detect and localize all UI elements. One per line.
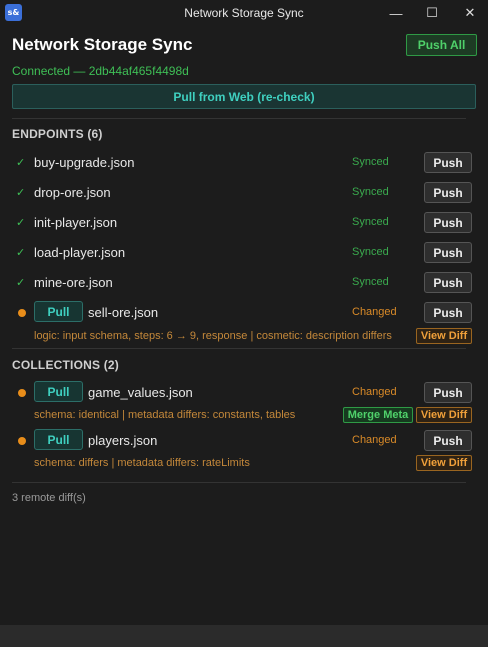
main-content: Network Storage Sync Push All Connected … [0, 26, 488, 625]
status-badge: Synced [352, 246, 389, 258]
check-icon: ✓ [16, 157, 26, 169]
pull-button[interactable]: Pull [34, 429, 83, 450]
check-icon: ✓ [16, 277, 26, 289]
status-badge: Changed [352, 434, 397, 446]
collection-name: players.json [88, 433, 158, 448]
status-badge: Synced [352, 156, 389, 168]
check-icon: ✓ [16, 247, 26, 259]
status-badge: Changed [352, 386, 397, 398]
endpoint-row: ✓ load-player.json Synced Push [0, 238, 488, 268]
page-title: Network Storage Sync [12, 35, 193, 54]
endpoint-name: sell-ore.json [88, 305, 159, 320]
view-diff-button[interactable]: View Diff [416, 407, 472, 423]
diff-summary: logic: input schema, steps: 6 → 9, respo… [34, 330, 392, 342]
endpoint-name: buy-upgrade.json [34, 155, 135, 170]
pull-from-web-button[interactable]: Pull from Web (re-check) [12, 84, 476, 109]
minimize-icon[interactable]: — [378, 0, 414, 26]
status-badge: Synced [352, 186, 389, 198]
status-badge: Synced [352, 216, 389, 228]
endpoint-row: ✓ drop-ore.json Synced Push [0, 178, 488, 208]
push-button[interactable]: Push [424, 272, 472, 293]
endpoint-row: Pull sell-ore.json Changed Push [0, 298, 488, 328]
connection-status: Connected — 2db44af465f4498d [12, 64, 189, 78]
collection-row: Pull players.json Changed Push [0, 426, 488, 456]
endpoint-row: ✓ init-player.json Synced Push [0, 208, 488, 238]
status-badge: Changed [352, 306, 397, 318]
diff-summary: schema: differs | metadata differs: rate… [34, 457, 250, 469]
maximize-icon[interactable]: ☐ [414, 0, 450, 26]
status-badge: Synced [352, 276, 389, 288]
divider [12, 348, 466, 349]
view-diff-button[interactable]: View Diff [416, 455, 472, 471]
remote-diff-count: 3 remote diff(s) [12, 492, 86, 504]
push-button[interactable]: Push [424, 152, 472, 173]
title-bar: s& Network Storage Sync — ☐ ✕ [0, 0, 488, 26]
push-button[interactable]: Push [424, 302, 472, 323]
check-icon: ✓ [16, 187, 26, 199]
push-button[interactable]: Push [424, 182, 472, 203]
push-all-button[interactable]: Push All [406, 34, 477, 56]
endpoint-row: ✓ buy-upgrade.json Synced Push [0, 148, 488, 178]
collection-row: Pull game_values.json Changed Push [0, 378, 488, 408]
push-button[interactable]: Push [424, 212, 472, 233]
endpoints-section-title: ENDPOINTS (6) [12, 127, 103, 141]
changed-dot-icon [18, 309, 26, 317]
changed-dot-icon [18, 437, 26, 445]
diff-summary: schema: identical | metadata differs: co… [34, 409, 296, 421]
pull-button[interactable]: Pull [34, 301, 83, 322]
push-button[interactable]: Push [424, 382, 472, 403]
endpoint-name: init-player.json [34, 215, 118, 230]
close-icon[interactable]: ✕ [452, 0, 488, 26]
endpoint-name: drop-ore.json [34, 185, 111, 200]
collections-section-title: COLLECTIONS (2) [12, 358, 119, 372]
collection-name: game_values.json [88, 385, 193, 400]
view-diff-button[interactable]: View Diff [416, 328, 472, 344]
endpoint-name: load-player.json [34, 245, 126, 260]
divider [12, 482, 466, 483]
merge-meta-button[interactable]: Merge Meta [343, 407, 413, 423]
changed-dot-icon [18, 389, 26, 397]
push-button[interactable]: Push [424, 430, 472, 451]
divider [12, 118, 466, 119]
endpoint-name: mine-ore.json [34, 275, 113, 290]
push-button[interactable]: Push [424, 242, 472, 263]
bottom-bar [0, 625, 488, 647]
endpoint-row: ✓ mine-ore.json Synced Push [0, 268, 488, 298]
pull-button[interactable]: Pull [34, 381, 83, 402]
check-icon: ✓ [16, 217, 26, 229]
